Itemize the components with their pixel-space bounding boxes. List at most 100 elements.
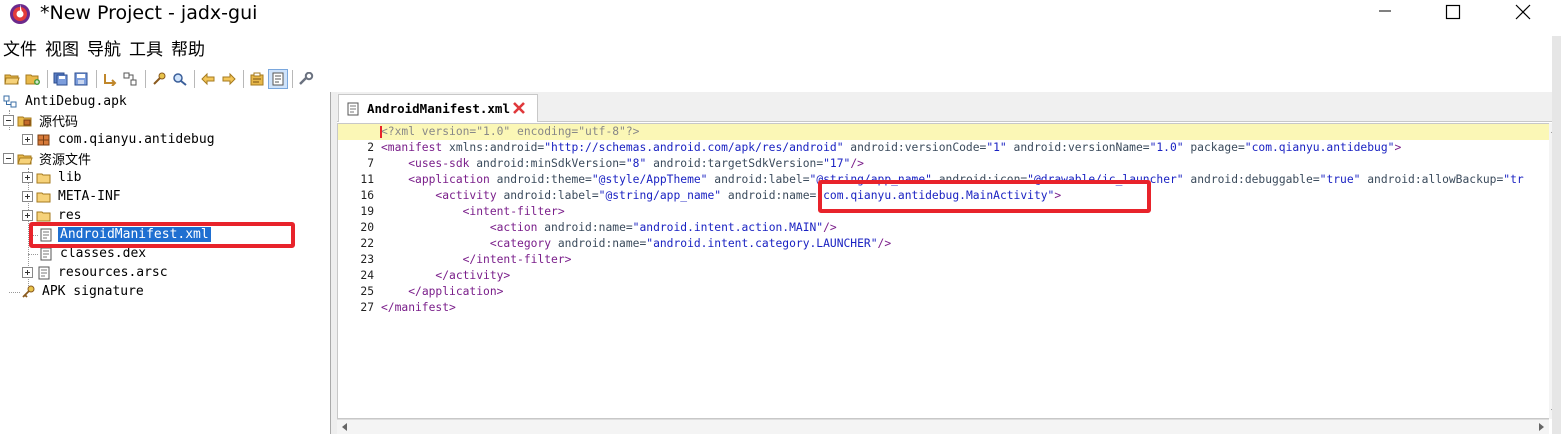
find-class-icon[interactable] [170, 69, 190, 89]
maximize-icon[interactable] [1430, 0, 1476, 30]
preferences-icon[interactable] [296, 69, 316, 89]
code-text: <action android:name="android.intent.act… [381, 220, 837, 236]
code-token: </intent-filter> [462, 253, 572, 266]
annotation-highlight-manifest [29, 222, 295, 248]
code-line: 24 </activity> [338, 268, 1549, 284]
code-token: "tr [1503, 173, 1524, 186]
code-token: "android.intent.category.LAUNCHER" [646, 237, 878, 250]
toolbar [0, 68, 1561, 90]
folder-icon [36, 192, 51, 202]
back-icon[interactable] [198, 69, 218, 89]
collapse-icon[interactable] [3, 115, 14, 126]
code-token: android:minSdkVersion= [476, 157, 626, 170]
code-line: 7 <uses-sdk android:minSdkVersion="8" an… [338, 156, 1549, 172]
flatten-icon[interactable] [121, 69, 141, 89]
line-number: 16 [360, 189, 374, 202]
collapse-icon[interactable] [3, 153, 14, 164]
code-line: 20 <action android:name="android.intent.… [338, 220, 1549, 236]
toolbar-separator [243, 70, 244, 88]
tab-android-manifest[interactable]: AndroidManifest.xml [338, 94, 538, 122]
code-token: android:debuggable= [1183, 173, 1320, 186]
code-token: android:allowBackup= [1360, 173, 1504, 186]
sync-icon[interactable] [100, 69, 120, 89]
code-token: </manifest> [381, 301, 456, 314]
menu-help[interactable]: 帮助 [168, 36, 208, 64]
toolbar-separator [292, 70, 293, 88]
tree-label: AntiDebug.apk [25, 94, 127, 109]
toolbar-separator [194, 70, 195, 88]
line-number: 22 [360, 237, 374, 250]
open-file-icon[interactable] [2, 69, 22, 89]
line-number: 20 [360, 221, 374, 234]
tree-label: APK signature [42, 284, 144, 299]
log-icon[interactable] [247, 69, 267, 89]
window-title: *New Project - jadx-gui [40, 2, 258, 24]
code-token: <activity [435, 189, 504, 202]
tree-node-signature[interactable]: APK signature [20, 282, 146, 301]
editor-tabbar: AndroidManifest.xml [337, 92, 1561, 122]
code-token: android:versionName= [1006, 141, 1150, 154]
code-text: </application> [381, 284, 503, 300]
code-token: android:name= [557, 237, 647, 250]
menu-file[interactable]: 文件 [0, 36, 40, 64]
close-icon[interactable] [1500, 0, 1546, 30]
minimize-icon[interactable] [1362, 0, 1408, 30]
package-folder-icon [17, 116, 32, 126]
tree-node-source-code[interactable]: 源代码 [3, 111, 80, 130]
scroll-left-icon[interactable] [341, 423, 347, 431]
code-token: /> [877, 237, 892, 250]
code-editor[interactable]: <?xml version="1.0" encoding="utf-8"?> 2 <… [337, 123, 1550, 419]
code-token: "17" [823, 157, 851, 170]
apk-icon [3, 95, 17, 107]
tree-node-arsc[interactable]: resources.arsc [22, 263, 170, 282]
line-number: 19 [360, 205, 374, 218]
tree-node-resources[interactable]: 资源文件 [3, 149, 93, 168]
add-files-icon[interactable] [23, 69, 43, 89]
tree-label: com.qianyu.antidebug [58, 132, 215, 147]
code-token: "http://schemas.android.com/apk/res/andr… [544, 141, 844, 154]
code-token: <manifest [381, 141, 450, 154]
code-token: "1" [986, 141, 1007, 154]
export-icon[interactable] [72, 69, 92, 89]
forward-icon[interactable] [219, 69, 239, 89]
menu-view[interactable]: 视图 [42, 36, 82, 64]
code-text: <category android:name="android.intent.c… [381, 236, 891, 252]
code-token: android:label= [503, 189, 599, 202]
tree-label: lib [58, 170, 82, 185]
code-line: 2 <manifest xmlns:android="http://schemas… [338, 140, 1549, 156]
code-token: package= [1183, 141, 1245, 154]
scroll-right-icon[interactable] [1539, 423, 1545, 431]
tree-node-apk[interactable]: AntiDebug.apk [3, 92, 129, 111]
code-token: "8" [625, 157, 647, 170]
tree-node-lib[interactable]: lib [22, 168, 83, 187]
code-token: "@string/app_name" [598, 189, 722, 202]
expand-icon[interactable] [22, 210, 33, 221]
code-line: 22 <category android:name="android.inten… [338, 236, 1549, 252]
tree-node-package[interactable]: com.qianyu.antidebug [22, 130, 217, 149]
search-icon[interactable] [149, 69, 169, 89]
tree-label: resources.arsc [58, 265, 168, 280]
tree-label: classes.dex [60, 246, 147, 261]
xml-file-icon [347, 102, 359, 115]
expand-icon[interactable] [22, 172, 33, 183]
horizontal-scrollbar[interactable] [337, 419, 1549, 434]
code-text: </intent-filter> [381, 252, 572, 268]
tree-node-meta-inf[interactable]: META-INF [22, 187, 123, 206]
tab-label: AndroidManifest.xml [367, 101, 510, 116]
close-tab-icon[interactable] [511, 100, 527, 116]
annotation-highlight-activity [818, 180, 1151, 213]
code-token: <intent-filter> [462, 205, 565, 218]
tree-label: res [58, 208, 82, 223]
tree-guide-line [9, 292, 20, 293]
menu-navigation[interactable]: 导航 [84, 36, 124, 64]
project-tree: AntiDebug.apk 源代码 com.qianyu.antidebug 资… [0, 92, 331, 434]
expand-icon[interactable] [22, 134, 33, 145]
expand-icon[interactable] [22, 191, 33, 202]
deobfuscation-icon[interactable] [268, 69, 288, 89]
menu-tools[interactable]: 工具 [126, 36, 166, 64]
expand-icon[interactable] [22, 267, 33, 278]
save-all-icon[interactable] [51, 69, 71, 89]
